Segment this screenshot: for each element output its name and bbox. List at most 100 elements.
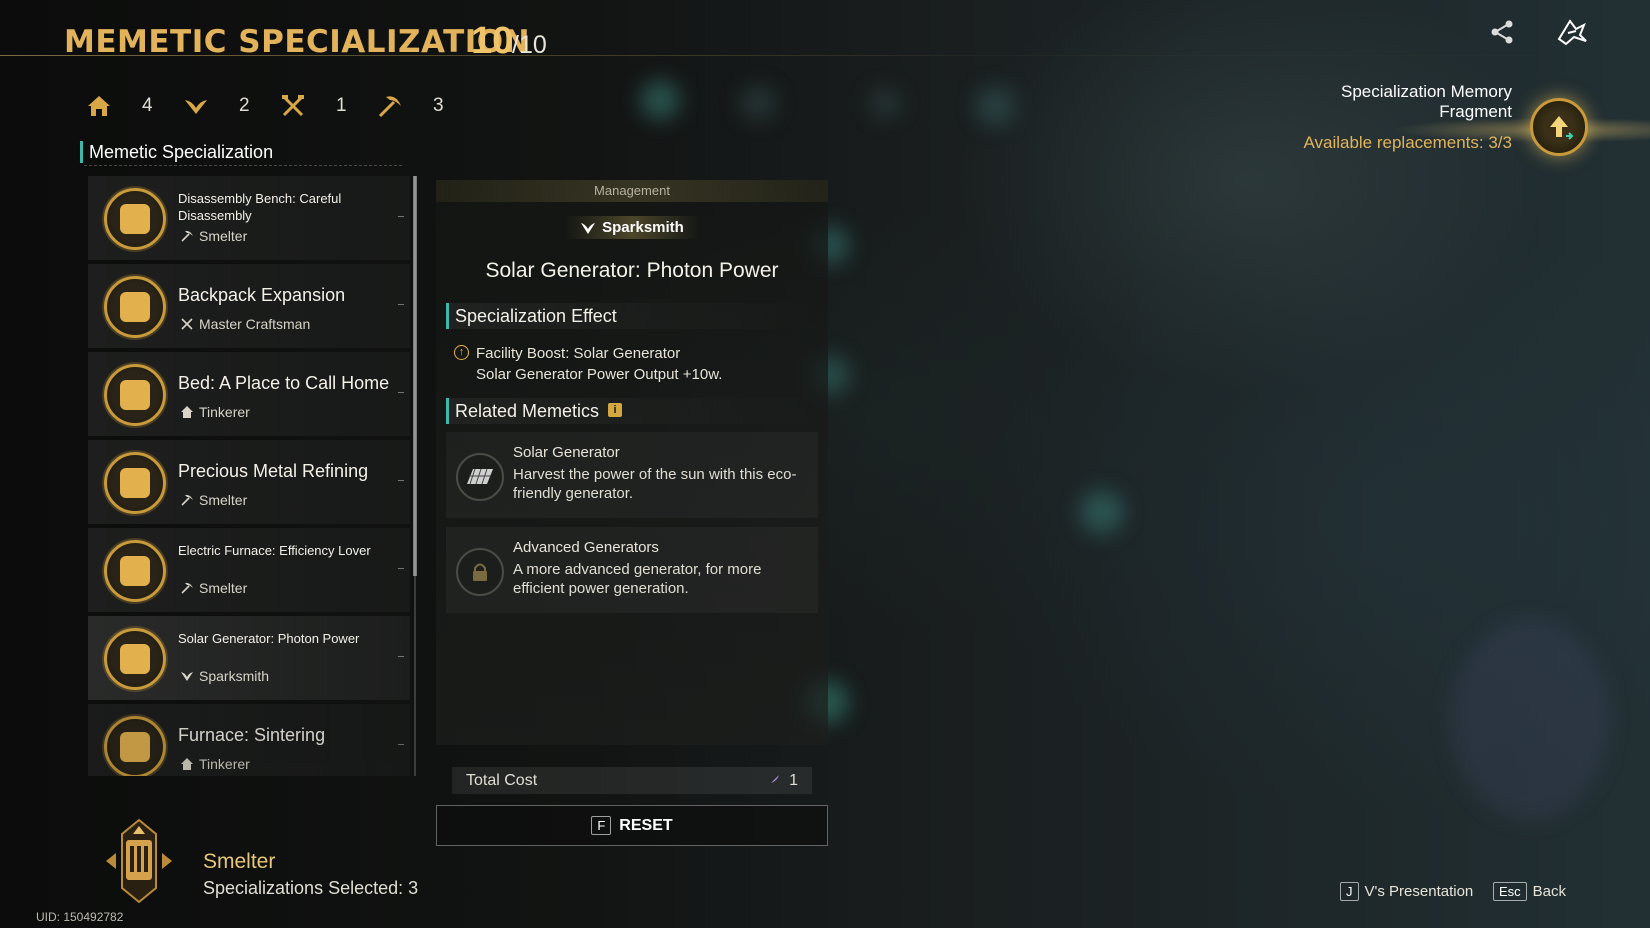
effect-title: Facility Boost: Solar Generator (476, 345, 681, 362)
list-item-profession-label: Master Craftsman (199, 316, 311, 332)
list-item-corner (398, 304, 404, 305)
pickaxe-icon (376, 92, 404, 120)
list-item-profession: Tinkerer (180, 756, 250, 772)
home-icon (85, 92, 113, 120)
effect-description: Solar Generator Power Output +10w. (476, 366, 723, 383)
fragment-title-line1: Specialization Memory (1340, 82, 1512, 101)
list-item[interactable]: Solar Generator: Photon Power Sparksmith (88, 616, 410, 700)
list-item-corner (398, 744, 404, 745)
list-item[interactable]: Backpack Expansion Master Craftsman (88, 264, 410, 348)
presentation-key: J (1340, 882, 1359, 901)
total-cost-bar: Total Cost 1 (452, 767, 812, 794)
user-id: UID: 150492782 (36, 910, 124, 924)
specialization-icon (104, 628, 166, 690)
info-icon[interactable]: i (608, 403, 622, 417)
list-item[interactable]: Electric Furnace: Efficiency Lover Smelte… (88, 528, 410, 612)
wings-icon (581, 222, 596, 234)
detail-category: Management (436, 180, 828, 202)
specialization-icon (104, 364, 166, 426)
list-item-profession-label: Smelter (199, 228, 248, 244)
list-item-profession: Sparksmith (180, 668, 269, 684)
solar-panel-icon (456, 453, 504, 501)
presentation-label: V's Presentation (1364, 883, 1474, 900)
list-item[interactable]: Precious Metal Refining Smelter (88, 440, 410, 524)
scrollbar-thumb[interactable] (413, 176, 417, 576)
related-memetic-title: Advanced Generators (513, 539, 659, 556)
specialization-list: Disassembly Bench: Careful Disassembly Sm… (88, 176, 410, 776)
stat-tinkerer-count: 4 (142, 95, 153, 116)
specialization-icon (104, 276, 166, 338)
page-title: MEMETIC SPECIALIZATION (64, 24, 531, 60)
related-heading: Related Memetics (446, 398, 824, 424)
list-item-profession-label: Sparksmith (199, 668, 270, 684)
share-icon[interactable] (1484, 14, 1520, 50)
stat-sparksmith-count: 2 (239, 95, 250, 116)
related-memetic-item[interactable]: Advanced Generators A more advanced gene… (446, 527, 818, 613)
list-item-title: Electric Furnace: Efficiency Lover (178, 543, 371, 558)
feather-icon (769, 775, 779, 785)
list-item-title: Precious Metal Refining (178, 461, 369, 481)
fragment-title-line2: Fragment (1439, 102, 1512, 121)
boost-icon: ↑ (454, 345, 469, 360)
list-item-profession-label: Tinkerer (199, 756, 250, 772)
memory-fragment-icon[interactable] (1530, 98, 1588, 156)
list-item-profession: Smelter (180, 580, 247, 596)
detail-tag-row: Sparksmith (436, 216, 828, 240)
list-item-title: Solar Generator: Photon Power (178, 631, 360, 646)
list-heading-divider (84, 165, 402, 166)
list-item-title: Backpack Expansion (178, 285, 346, 305)
home-icon (180, 757, 194, 771)
related-memetic-title: Solar Generator (513, 444, 620, 461)
specialization-icon (104, 716, 166, 776)
total-cost-value: 1 (789, 772, 798, 789)
list-item-corner (398, 392, 404, 393)
detail-profession-tag: Sparksmith (564, 216, 700, 239)
reset-label: RESET (619, 816, 673, 834)
wings-icon (182, 92, 210, 120)
list-item[interactable]: Bed: A Place to Call Home Tinkerer (88, 352, 410, 436)
specialization-icon (104, 188, 166, 250)
pickaxe-icon (180, 493, 194, 507)
list-item-corner (398, 568, 404, 569)
list-item[interactable]: Disassembly Bench: Careful Disassembly Sm… (88, 176, 410, 260)
related-memetic-description: Harvest the power of the sun with this e… (513, 466, 797, 502)
back-hint[interactable]: Esc Back (1493, 882, 1566, 901)
home-icon (180, 405, 194, 419)
list-item-corner (398, 480, 404, 481)
dragon-emblem-icon[interactable] (1554, 14, 1590, 50)
crossed-tools-icon (279, 92, 307, 120)
list-item[interactable]: Furnace: Sintering Tinkerer (88, 704, 410, 776)
profession-selected-count: Specializations Selected: 3 (203, 878, 419, 898)
list-item-profession-label: Smelter (199, 492, 248, 508)
reset-key-hint: F (591, 816, 612, 835)
bg-glow (870, 88, 900, 118)
list-item-profession: Tinkerer (180, 404, 250, 420)
pickaxe-icon (180, 229, 194, 243)
pickaxe-icon (180, 581, 194, 595)
list-item-title: Furnace: Sintering (178, 725, 326, 745)
fragment-title: Specialization Memory Fragment (1200, 82, 1512, 122)
list-heading: Memetic Specialization (80, 141, 273, 163)
lock-icon (456, 548, 504, 596)
list-item-profession: Smelter (180, 492, 247, 508)
smelter-emblem-icon (96, 818, 182, 904)
back-key: Esc (1493, 882, 1527, 901)
bg-glow (1450, 620, 1610, 820)
presentation-hint[interactable]: J V's Presentation (1340, 882, 1473, 901)
specialization-total: /10 (512, 31, 547, 59)
crossed-tools-icon (180, 317, 194, 331)
related-memetic-item[interactable]: Solar Generator Harvest the power of the… (446, 432, 818, 518)
fragment-available: Available replacements: 3/3 (1303, 133, 1512, 152)
specialization-icon (104, 540, 166, 602)
detail-title: Solar Generator: Photon Power (485, 259, 779, 282)
list-item-title: Bed: A Place to Call Home (178, 373, 390, 393)
wings-icon (180, 669, 194, 683)
detail-tag-label: Sparksmith (602, 219, 684, 236)
list-item-corner (398, 216, 404, 217)
bg-glow (740, 85, 776, 121)
reset-button[interactable]: F RESET (436, 805, 828, 846)
bg-glow (640, 80, 680, 120)
list-item-profession-label: Smelter (199, 580, 248, 596)
list-item-corner (398, 656, 404, 657)
list-item-profession: Master Craftsman (180, 316, 310, 332)
